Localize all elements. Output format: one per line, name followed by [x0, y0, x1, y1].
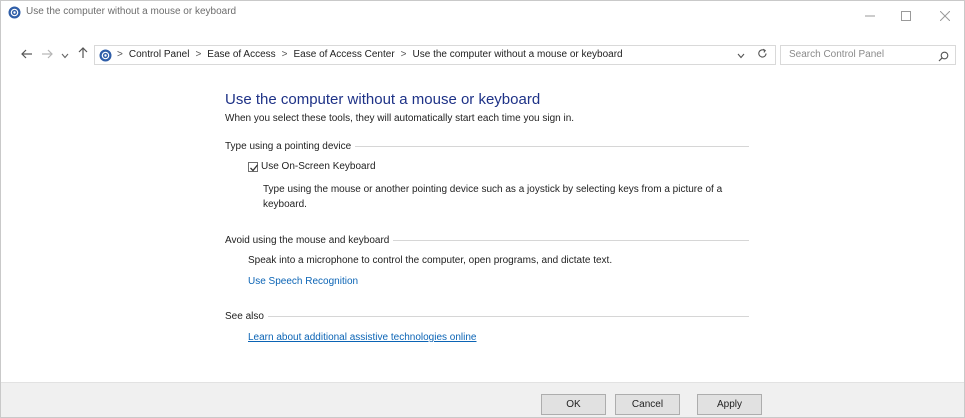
- address-bar[interactable]: > Control Panel > Ease of Access > Ease …: [94, 45, 776, 65]
- page-title: Use the computer without a mouse or keyb…: [225, 91, 541, 108]
- maximize-icon: [901, 11, 911, 21]
- search-icon[interactable]: [938, 49, 951, 62]
- main-content: Use the computer without a mouse or keyb…: [1, 71, 964, 381]
- cancel-button[interactable]: Cancel: [615, 394, 680, 415]
- ok-button[interactable]: OK: [541, 394, 606, 415]
- section-see-also: See also: [225, 311, 749, 322]
- refresh-icon: [757, 46, 768, 64]
- app-window: Use the computer without a mouse or keyb…: [0, 0, 965, 418]
- checkbox-label[interactable]: Use On-Screen Keyboard: [261, 161, 376, 172]
- speech-recognition-link[interactable]: Use Speech Recognition: [248, 276, 358, 287]
- breadcrumb: > Control Panel > Ease of Access > Ease …: [117, 49, 623, 60]
- back-arrow-icon: [21, 46, 33, 64]
- section-pointing-device: Type using a pointing device: [225, 141, 749, 152]
- search-input[interactable]: Search Control Panel: [780, 45, 956, 65]
- refresh-button[interactable]: [755, 48, 769, 62]
- on-screen-keyboard-description: Type using the mouse or another pointing…: [263, 184, 723, 210]
- section-avoid-mouse-keyboard: Avoid using the mouse and keyboard: [225, 235, 749, 246]
- section-divider: [355, 146, 749, 147]
- breadcrumb-separator: >: [400, 49, 407, 60]
- section-heading: Avoid using the mouse and keyboard: [225, 235, 390, 246]
- section-divider: [393, 240, 749, 241]
- back-button[interactable]: [19, 47, 35, 63]
- breadcrumb-ease-of-access[interactable]: Ease of Access: [207, 49, 275, 60]
- apply-button[interactable]: Apply: [697, 394, 762, 415]
- breadcrumb-control-panel[interactable]: Control Panel: [129, 49, 190, 60]
- recent-locations-icon: [61, 46, 69, 64]
- chevron-down-icon: [737, 46, 745, 64]
- breadcrumb-separator: >: [195, 49, 202, 60]
- maximize-button[interactable]: [889, 4, 923, 28]
- breadcrumb-ease-of-access-center[interactable]: Ease of Access Center: [294, 49, 395, 60]
- forward-arrow-icon: [41, 46, 53, 64]
- navigation-bar: > Control Panel > Ease of Access > Ease …: [1, 41, 964, 71]
- title-bar: Use the computer without a mouse or keyb…: [1, 1, 964, 41]
- close-icon: [940, 11, 950, 21]
- assistive-technologies-link[interactable]: Learn about additional assistive technol…: [248, 332, 477, 343]
- on-screen-keyboard-checkbox-row[interactable]: Use On-Screen Keyboard: [248, 161, 376, 172]
- speech-description: Speak into a microphone to control the c…: [248, 255, 613, 266]
- ease-of-access-icon: [8, 6, 21, 19]
- breadcrumb-separator: >: [117, 49, 123, 60]
- section-heading: See also: [225, 311, 264, 322]
- forward-button[interactable]: [39, 47, 55, 63]
- control-panel-icon: [99, 49, 112, 62]
- up-button[interactable]: [75, 47, 91, 63]
- minimize-button[interactable]: [853, 4, 887, 28]
- minimize-icon: [865, 11, 875, 21]
- section-heading: Type using a pointing device: [225, 141, 352, 152]
- address-dropdown-button[interactable]: [735, 49, 747, 61]
- search-placeholder: Search Control Panel: [789, 49, 885, 60]
- section-divider: [267, 316, 749, 317]
- recent-locations-button[interactable]: [58, 47, 72, 63]
- breadcrumb-current-page[interactable]: Use the computer without a mouse or keyb…: [413, 49, 623, 60]
- up-arrow-icon: [78, 46, 88, 64]
- breadcrumb-separator: >: [281, 49, 288, 60]
- dialog-footer: OK Cancel Apply: [1, 382, 964, 417]
- close-button[interactable]: [928, 4, 962, 28]
- page-subtitle: When you select these tools, they will a…: [225, 113, 575, 124]
- window-title: Use the computer without a mouse or keyb…: [26, 6, 237, 17]
- on-screen-keyboard-checkbox[interactable]: [248, 161, 259, 172]
